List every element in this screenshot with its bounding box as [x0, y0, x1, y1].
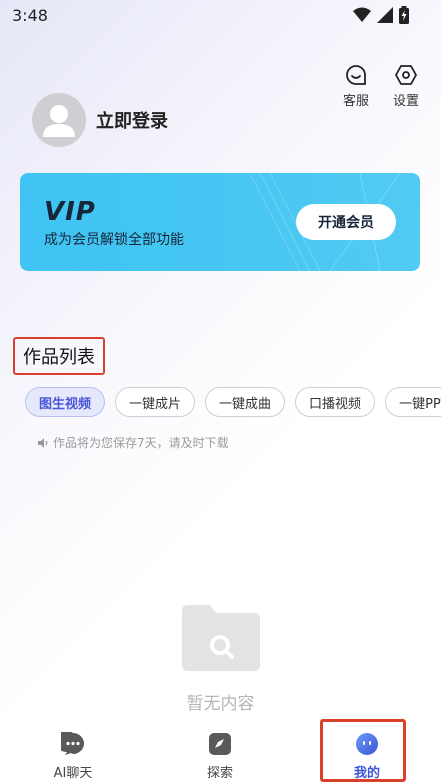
battery-charging-icon — [399, 6, 409, 24]
login-link[interactable]: 立即登录 — [96, 107, 168, 133]
empty-folder-search-icon — [181, 605, 260, 671]
customer-service-icon — [346, 65, 366, 85]
customer-service-label: 客服 — [342, 94, 369, 109]
vip-description: 成为会员解锁全部功能 — [44, 232, 184, 248]
vip-banner[interactable]: VIP 成为会员解锁全部功能 开通会员 — [20, 173, 420, 271]
status-time: 3:48 — [12, 6, 48, 25]
filter-chip-one-click-ppt[interactable]: 一键PPT — [385, 387, 441, 417]
filter-chip-one-click-song[interactable]: 一键成曲 — [205, 387, 286, 417]
filter-chip-image-to-video[interactable]: 图生视频 — [25, 387, 106, 417]
tab-explore[interactable]: 探索 — [180, 732, 260, 781]
wifi-icon — [353, 7, 371, 22]
avatar[interactable] — [32, 93, 86, 147]
open-membership-button[interactable]: 开通会员 — [296, 204, 396, 240]
login-profile[interactable]: 立即登录 — [32, 93, 168, 147]
tab-mine-highlight — [320, 719, 406, 782]
settings-gear-icon — [395, 65, 417, 85]
customer-service-button[interactable]: 客服 — [336, 64, 376, 109]
storage-notice: 作品将为您保存7天，请及时下载 — [37, 434, 229, 451]
status-bar: 3:48 — [0, 0, 441, 30]
settings-label: 设置 — [392, 94, 419, 109]
tab-explore-label: 探索 — [206, 766, 233, 781]
filter-chip-one-click-video[interactable]: 一键成片 — [115, 387, 196, 417]
signal-icon — [377, 7, 393, 23]
vip-logo: VIP — [44, 197, 96, 227]
chat-bubble-icon — [55, 731, 84, 755]
works-list-title: 作品列表 — [13, 337, 105, 375]
empty-state-text: 暂无内容 — [186, 694, 255, 714]
filter-chip-talking-video[interactable]: 口播视频 — [295, 387, 376, 417]
settings-button[interactable]: 设置 — [386, 64, 426, 109]
storage-notice-text: 作品将为您保存7天，请及时下载 — [53, 436, 229, 450]
works-filter-chips: 图生视频一键成片一键成曲口播视频一键PPT — [25, 387, 441, 419]
speaker-icon — [38, 437, 48, 448]
tab-ai-chat-label: AI聊天 — [53, 766, 93, 781]
empty-state: 暂无内容 — [0, 605, 441, 714]
status-icons — [353, 6, 409, 24]
tab-ai-chat[interactable]: AI聊天 — [33, 731, 113, 781]
compass-icon — [209, 733, 231, 755]
avatar-placeholder-icon — [43, 105, 75, 137]
